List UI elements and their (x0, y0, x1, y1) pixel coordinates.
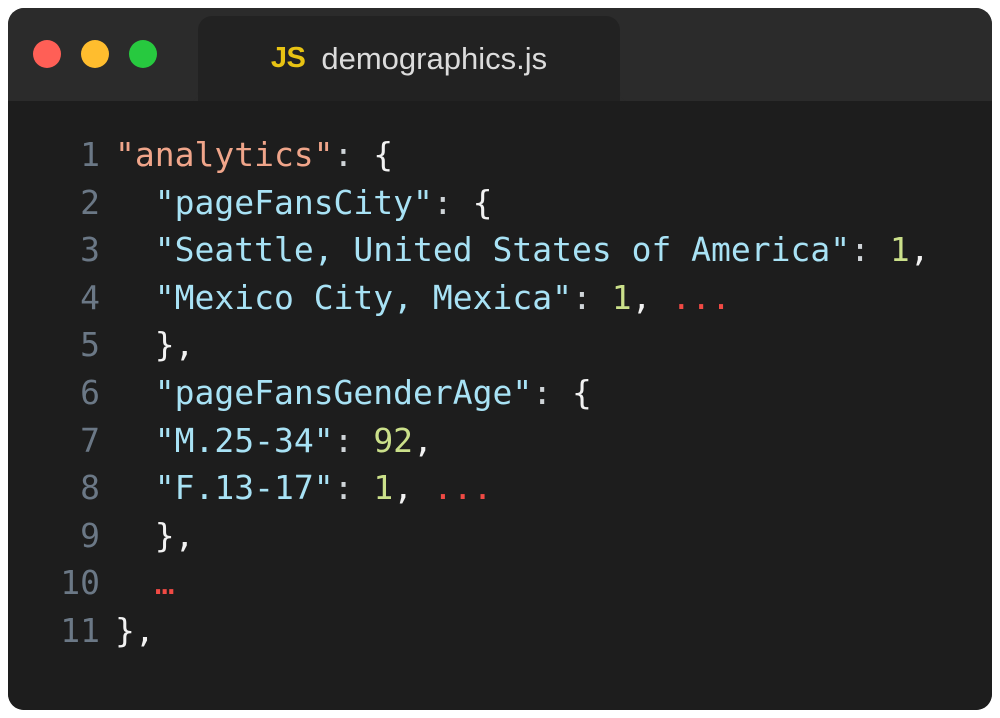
line-number: 9 (80, 515, 100, 555)
code-line: 2 "pageFansCity": { (8, 179, 992, 227)
code-token: : (333, 468, 354, 508)
close-window-button[interactable] (33, 40, 61, 68)
code-line-text: "Seattle, United States of America": 1, (100, 226, 930, 274)
code-line-text: "Mexico City, Mexica": 1, ... (100, 274, 731, 322)
code-token: "pageFansGenderAge" (154, 372, 533, 412)
code-token: : (850, 230, 870, 270)
code-token: : (333, 135, 354, 174)
traffic-light-controls (33, 40, 157, 68)
code-token: : (532, 372, 553, 412)
code-token: 1 (611, 277, 632, 317)
line-number: 10 (60, 563, 100, 603)
code-editor-window: JS demographics.js 1 "analytics": {2 "pag… (8, 8, 992, 710)
code-token: : (333, 420, 354, 460)
code-token: ... (671, 277, 731, 317)
code-line-text: "M.25-34": 92, (100, 417, 433, 465)
code-token: , (631, 277, 672, 317)
code-line: 5 }, (8, 321, 992, 369)
code-token: 92 (373, 420, 414, 460)
code-line-text: "analytics": { (100, 131, 393, 179)
line-number: 4 (80, 277, 100, 317)
code-token: , (909, 230, 930, 270)
code-line: 8 "F.13-17": 1, ... (8, 464, 992, 512)
code-line: 10 … (8, 559, 992, 607)
code-token: } (115, 610, 135, 650)
code-token: 1 (373, 468, 394, 508)
code-token: , (393, 468, 433, 508)
code-line-text: "pageFansGenderAge": { (100, 369, 592, 417)
code-token: { (572, 372, 592, 412)
code-line-list: 1 "analytics": {2 "pageFansCity": {3 "Sea… (8, 131, 992, 655)
code-token: : (571, 277, 592, 317)
maximize-window-button[interactable] (129, 40, 157, 68)
code-line-text: "pageFansCity": { (100, 179, 493, 227)
code-token: : (432, 182, 453, 222)
code-line-text: }, (100, 607, 155, 655)
code-token: , (174, 515, 195, 555)
code-token: ... (432, 468, 493, 508)
code-token: , (134, 610, 155, 650)
code-token: } (154, 325, 175, 365)
line-number: 3 (80, 230, 100, 270)
line-number: 2 (80, 182, 100, 222)
code-token: 1 (889, 230, 910, 270)
line-number: 8 (80, 468, 100, 508)
code-line-text: }, (100, 321, 195, 369)
code-line-text: "F.13-17": 1, ... (100, 464, 493, 512)
code-token: , (413, 420, 433, 460)
code-line: 1 "analytics": { (8, 131, 992, 179)
code-token: { (373, 135, 394, 174)
line-number: 7 (80, 420, 100, 460)
code-token: "analytics" (115, 135, 334, 174)
line-number: 5 (80, 325, 100, 365)
tab-filename-label: demographics.js (321, 41, 548, 76)
code-line: 11}, (8, 607, 992, 655)
line-number: 11 (60, 610, 100, 650)
code-token: } (154, 515, 175, 555)
code-line-text: … (100, 559, 175, 607)
code-token: { (472, 182, 493, 222)
code-token: "Mexico City, Mexica" (154, 277, 572, 317)
editor-tab-demographics-js[interactable]: JS demographics.js (198, 16, 620, 101)
code-token: "pageFansCity" (154, 182, 433, 222)
code-token: "F.13-17" (154, 468, 334, 508)
code-line: 4 "Mexico City, Mexica": 1, ... (8, 274, 992, 322)
code-token: "M.25-34" (154, 420, 334, 460)
code-token: "Seattle, United States of America" (154, 230, 851, 270)
line-number: 1 (80, 135, 100, 174)
line-number: 6 (80, 372, 100, 412)
code-line: 3 "Seattle, United States of America": 1… (8, 226, 992, 274)
code-line-text: }, (100, 512, 195, 560)
code-line: 9 }, (8, 512, 992, 560)
window-titlebar: JS demographics.js (8, 8, 992, 102)
code-token: , (174, 325, 195, 365)
code-token: … (154, 563, 175, 603)
minimize-window-button[interactable] (81, 40, 109, 68)
javascript-file-icon: JS (270, 42, 306, 74)
code-editor-content[interactable]: 1 "analytics": {2 "pageFansCity": {3 "Sea… (8, 101, 992, 710)
code-line: 7 "M.25-34": 92, (8, 417, 992, 465)
code-line: 6 "pageFansGenderAge": { (8, 369, 992, 417)
